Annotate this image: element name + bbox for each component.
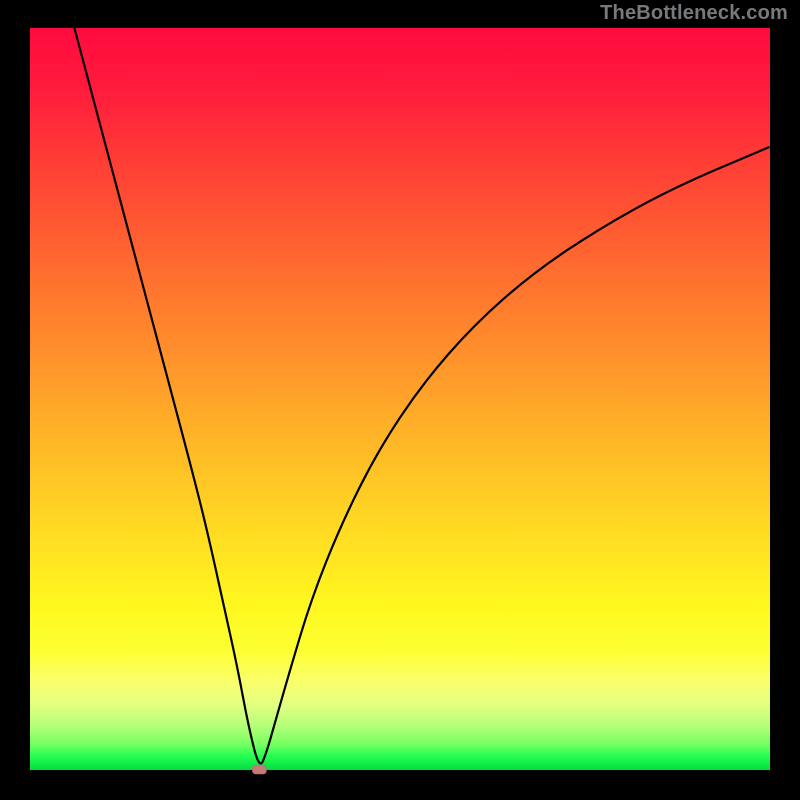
chart-frame: TheBottleneck.com xyxy=(0,0,800,800)
bottleneck-curve xyxy=(74,28,770,763)
attribution-label: TheBottleneck.com xyxy=(600,2,788,25)
curve-overlay xyxy=(30,28,770,770)
balance-marker xyxy=(252,765,266,774)
